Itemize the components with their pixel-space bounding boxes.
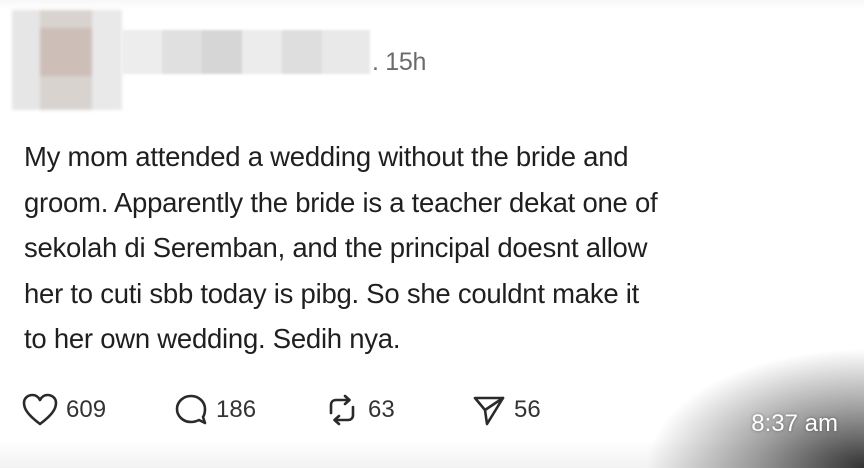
post-text-line: her to cuti sbb today is pibg. So she co… bbox=[24, 277, 640, 309]
heart-icon bbox=[22, 393, 58, 427]
like-count: 609 bbox=[66, 396, 107, 423]
repost-count: 63 bbox=[368, 396, 395, 423]
avatar[interactable] bbox=[12, 10, 122, 110]
share-button[interactable]: 56 bbox=[472, 388, 541, 432]
post-text: My mom attended a wedding without the br… bbox=[24, 134, 824, 362]
post-text-line: sekolah di Seremban, and the principal d… bbox=[24, 232, 648, 263]
post-text-line: to her own wedding. Sedih nya. bbox=[24, 323, 401, 354]
post-header: . 15h bbox=[12, 10, 612, 110]
repost-button[interactable]: 63 bbox=[324, 388, 395, 432]
repost-icon bbox=[324, 393, 360, 427]
username-redacted[interactable] bbox=[122, 30, 370, 74]
post-text-line: My mom attended a wedding without the br… bbox=[24, 141, 629, 172]
post-text-line: groom. Apparently the bride is a teacher… bbox=[24, 186, 658, 218]
status-clock: 8:37 am bbox=[751, 410, 838, 437]
like-button[interactable]: 609 bbox=[22, 388, 106, 432]
post-timestamp: . 15h bbox=[372, 48, 427, 76]
comment-icon bbox=[174, 393, 208, 427]
send-icon bbox=[472, 393, 506, 427]
share-count: 56 bbox=[514, 396, 541, 423]
reply-count: 186 bbox=[216, 396, 257, 423]
reply-button[interactable]: 186 bbox=[174, 388, 256, 432]
post-actions: 609 186 63 56 bbox=[22, 388, 622, 432]
